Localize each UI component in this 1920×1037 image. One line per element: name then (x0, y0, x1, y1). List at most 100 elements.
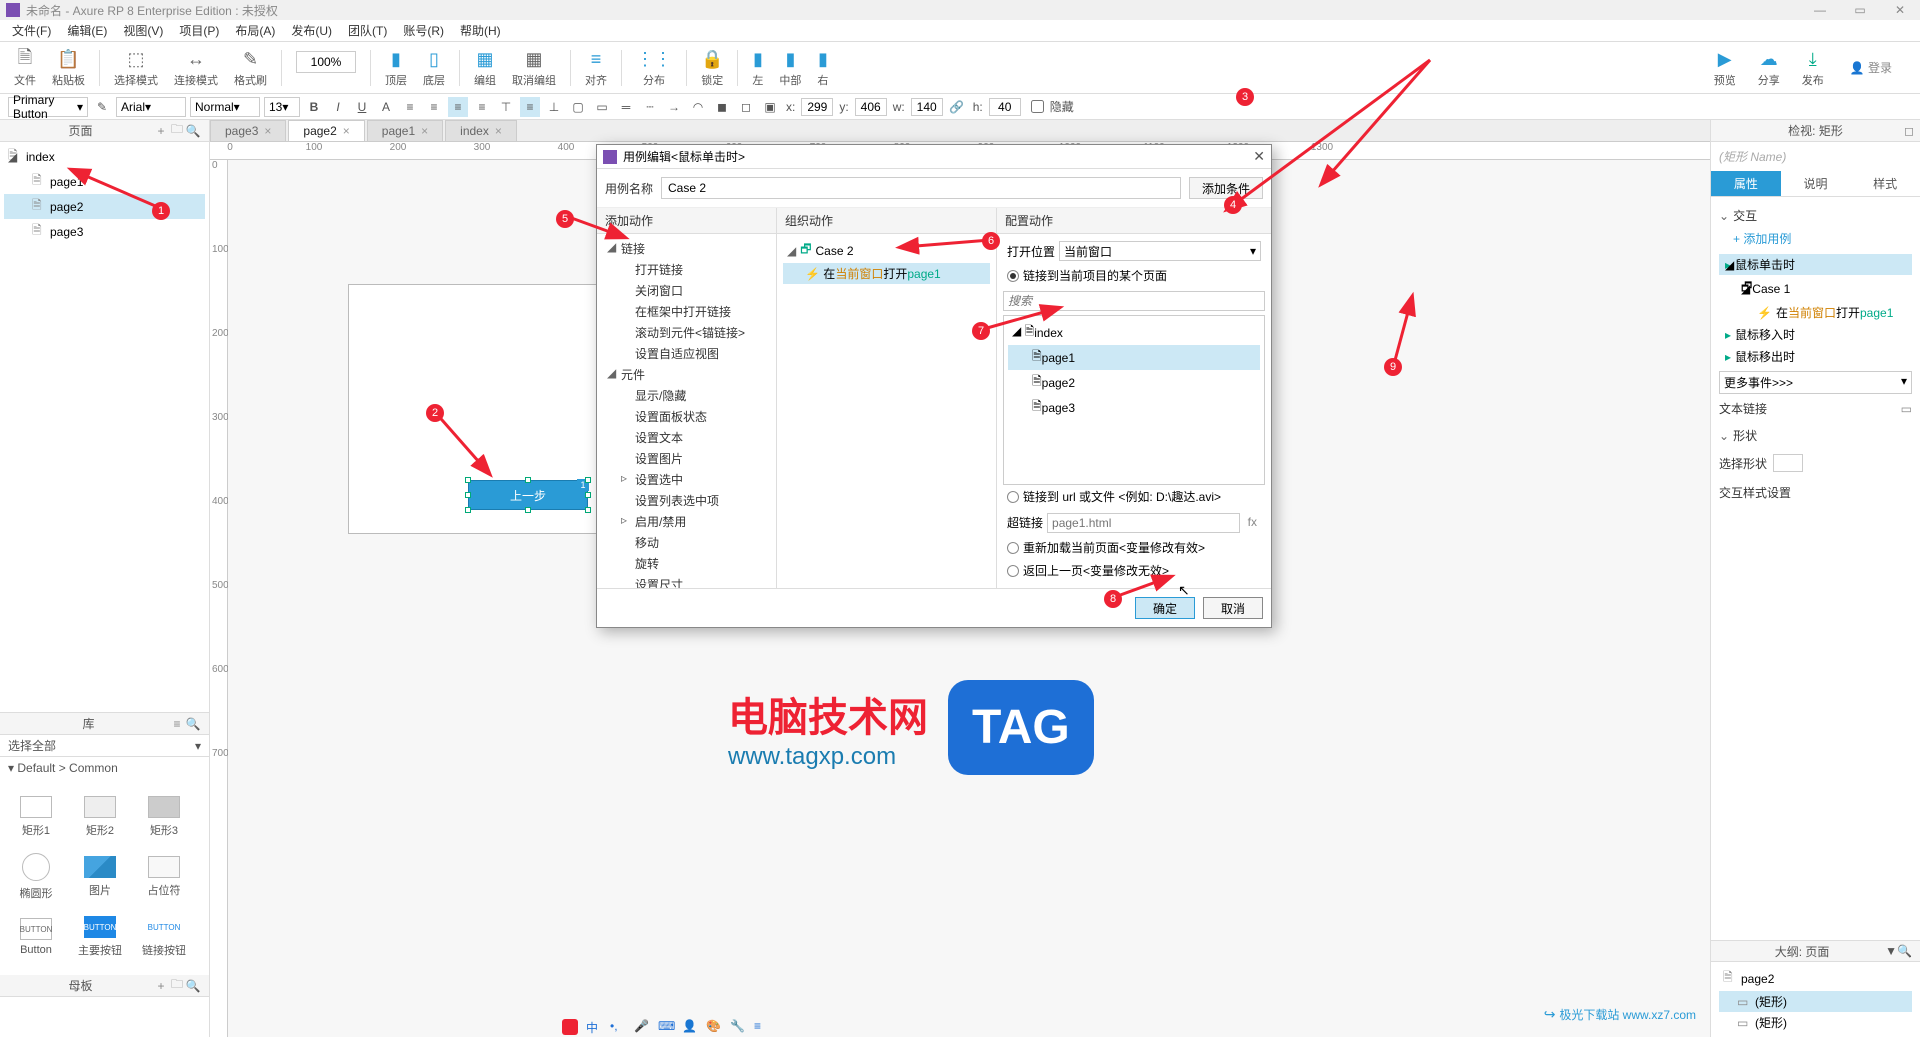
corner-radius-button[interactable]: ◠ (688, 97, 708, 117)
ime-tool-icon[interactable]: 🔧 (730, 1019, 746, 1035)
tab-page3[interactable]: page3× (210, 120, 286, 141)
tab-properties[interactable]: 属性 (1711, 171, 1781, 196)
search-icon[interactable]: 🔍 (185, 124, 201, 138)
tab-style[interactable]: 样式 (1850, 171, 1920, 196)
action-open-link[interactable]: 打开链接 (603, 259, 770, 280)
target-page2[interactable]: 🗎 page2 (1008, 370, 1260, 395)
tree-page2[interactable]: 🗎page2 (4, 194, 205, 219)
radio-link-url[interactable]: 链接到 url 或文件 <例如: D:\趣达.avi> (1003, 485, 1265, 508)
tree-page1[interactable]: 🗎page1 (4, 169, 205, 194)
tool-select-mode[interactable]: ⬚选择模式 (108, 48, 164, 88)
action-scroll-anchor[interactable]: 滚动到元件<锚链接> (603, 322, 770, 343)
shape-button[interactable]: BUTTONButton (4, 907, 68, 967)
shape-link-button[interactable]: BUTTON链接按钮 (132, 907, 196, 967)
tool-format-painter[interactable]: ✎格式刷 (228, 48, 273, 88)
tree-page3[interactable]: 🗎page3 (4, 219, 205, 244)
radio-back[interactable]: 返回上一页<变量修改无效> (1003, 559, 1265, 582)
sogou-icon[interactable] (562, 1019, 578, 1035)
event-mouseout[interactable]: ▸鼠标移出时 (1719, 346, 1912, 367)
text-color-button[interactable]: A (376, 97, 396, 117)
event-onclick[interactable]: ▸◢ 鼠标单击时 (1719, 254, 1912, 275)
arrow-style-button[interactable]: → (664, 97, 684, 117)
tree-root[interactable]: ◢🗎index (4, 144, 205, 169)
fx-button[interactable]: fx (1244, 515, 1261, 529)
ok-button[interactable]: 确定 (1135, 597, 1195, 619)
shadow-inner-button[interactable]: ◻ (736, 97, 756, 117)
shape-primary-button[interactable]: BUTTON主要按钮 (68, 907, 132, 967)
action-set-text[interactable]: 设置文本 (603, 427, 770, 448)
dialog-close-button[interactable]: ✕ (1253, 148, 1265, 165)
y-input[interactable] (855, 98, 887, 116)
format-painter-icon[interactable]: ✎ (92, 97, 112, 117)
widget-name-input[interactable]: (矩形 Name) (1711, 142, 1920, 171)
font-combo[interactable]: Arial ▾ (116, 97, 186, 117)
border-style-button[interactable]: ┄ (640, 97, 660, 117)
font-weight-combo[interactable]: Normal ▾ (190, 97, 260, 117)
menu-project[interactable]: 项目(P) (171, 22, 227, 39)
ime-mic-icon[interactable]: 🎤 (634, 1019, 650, 1035)
open-in-combo[interactable]: 当前窗口▾ (1059, 241, 1261, 261)
add-case-link[interactable]: + 添加用例 (1719, 228, 1912, 253)
menu-file[interactable]: 文件(F) (4, 22, 59, 39)
target-index[interactable]: ◢ 🗎 index (1008, 320, 1260, 345)
selected-button-widget[interactable]: 上一步 1 (468, 480, 588, 510)
section-text-link[interactable]: 文本链接▭ (1719, 394, 1912, 423)
close-button[interactable]: ✕ (1880, 0, 1920, 20)
menu-team[interactable]: 团队(T) (340, 22, 395, 39)
tool-align[interactable]: ≡对齐 (579, 48, 613, 88)
action-show-hide[interactable]: 显示/隐藏 (603, 385, 770, 406)
case-1[interactable]: ◢ 🗗 Case 1 (1719, 276, 1912, 301)
x-input[interactable] (801, 98, 833, 116)
padding-button[interactable]: ▣ (760, 97, 780, 117)
valign-middle-button[interactable]: ≡ (520, 97, 540, 117)
action-group-link[interactable]: ◢链接 (603, 238, 770, 259)
action-open-in-frame[interactable]: 在框架中打开链接 (603, 301, 770, 322)
tool-preview[interactable]: ▶预览 (1708, 48, 1742, 88)
add-master-icon[interactable]: + (153, 979, 169, 993)
tab-notes[interactable]: 说明 (1781, 171, 1851, 196)
lib-menu-icon[interactable]: ≡ (169, 717, 185, 731)
align-center-button[interactable]: ≡ (448, 97, 468, 117)
valign-bottom-button[interactable]: ⊥ (544, 97, 564, 117)
w-input[interactable] (911, 98, 943, 116)
url-input[interactable] (1047, 513, 1240, 533)
menu-edit[interactable]: 编辑(E) (59, 22, 115, 39)
menu-view[interactable]: 视图(V) (115, 22, 171, 39)
maximize-button[interactable]: ▭ (1840, 0, 1880, 20)
h-input[interactable] (989, 98, 1021, 116)
tab-page1[interactable]: page1× (367, 120, 443, 141)
ime-zh-icon[interactable]: 中 (586, 1019, 602, 1035)
tab-index[interactable]: index× (445, 120, 517, 141)
tool-back[interactable]: ▯底层 (417, 48, 451, 88)
tool-lock[interactable]: 🔒锁定 (695, 48, 729, 88)
border-width-button[interactable]: ═ (616, 97, 636, 117)
font-size-combo[interactable]: 13 ▾ (264, 97, 300, 117)
master-folder-icon[interactable]: 🗀 (169, 975, 185, 996)
more-events-combo[interactable]: 更多事件>>> ▾ (1719, 371, 1912, 394)
action-set-selected[interactable]: ▹设置选中 (603, 469, 770, 490)
tool-align-right[interactable]: ▮右 (811, 48, 834, 88)
style-preset-combo[interactable]: Primary Button ▾ (8, 97, 88, 117)
tool-zoom[interactable] (290, 51, 362, 85)
action-group-widget[interactable]: ◢元件 (603, 364, 770, 385)
tool-share[interactable]: ☁分享 (1752, 48, 1786, 88)
menu-help[interactable]: 帮助(H) (452, 22, 509, 39)
fill-color-button[interactable]: ▢ (568, 97, 588, 117)
menu-publish[interactable]: 发布(U) (283, 22, 340, 39)
dialog-title-bar[interactable]: 用例编辑<鼠标单击时> ✕ (597, 145, 1271, 169)
shape-image[interactable]: 图片 (68, 847, 132, 907)
action-set-size[interactable]: 设置尺寸 (603, 574, 770, 588)
case-1-action[interactable]: ⚡在 当前窗口 打开 page1 (1719, 302, 1912, 323)
case-name-input[interactable] (661, 177, 1181, 199)
shape-rect1[interactable]: 矩形1 (4, 787, 68, 847)
bullets-button[interactable]: ≡ (400, 97, 420, 117)
tool-align-left[interactable]: ▮左 (746, 48, 769, 88)
outline-rect-2[interactable]: ▭(矩形) (1719, 1012, 1912, 1033)
action-rotate[interactable]: 旋转 (603, 553, 770, 574)
login-button[interactable]: 👤 登录 (1840, 59, 1892, 76)
shape-rect3[interactable]: 矩形3 (132, 787, 196, 847)
org-case-2[interactable]: ◢🗗Case 2 (783, 238, 990, 263)
action-set-image[interactable]: 设置图片 (603, 448, 770, 469)
tab-page2[interactable]: page2× (288, 120, 364, 141)
ime-kb-icon[interactable]: ⌨ (658, 1019, 674, 1035)
